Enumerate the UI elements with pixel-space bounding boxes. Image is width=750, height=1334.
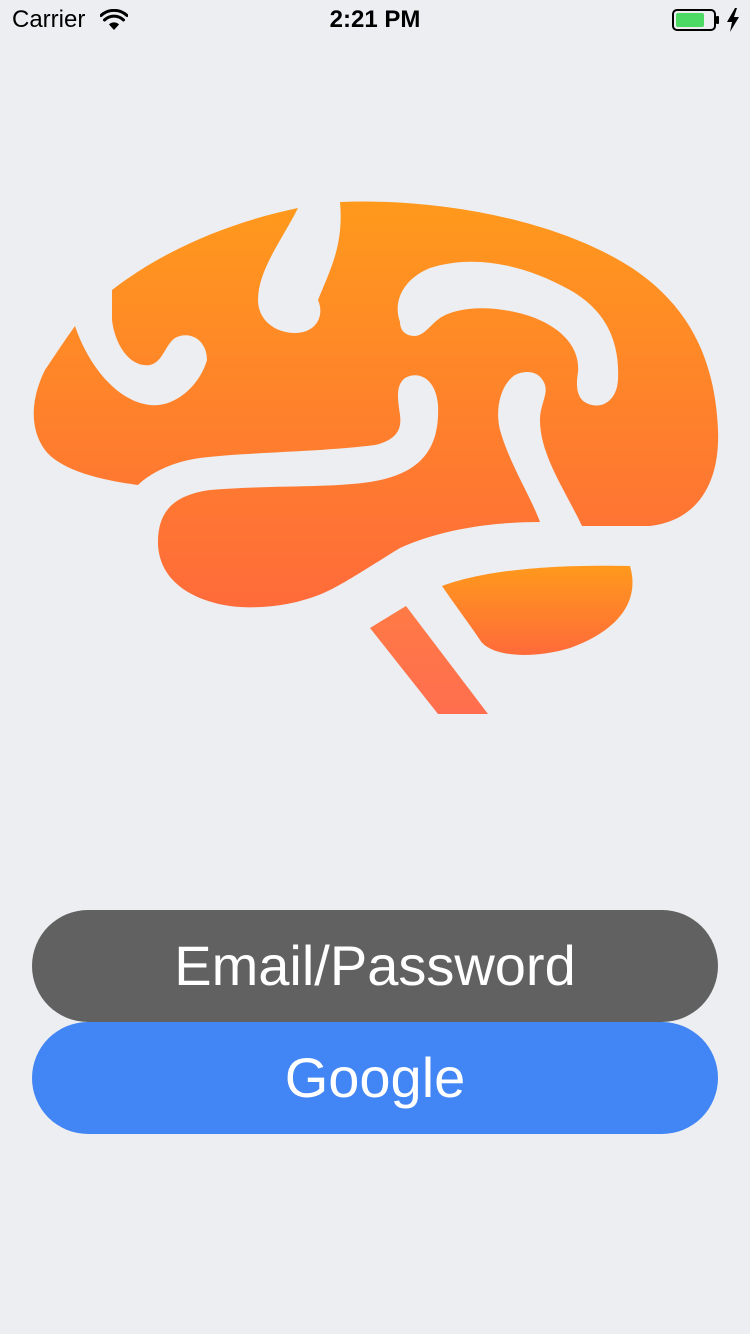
battery-icon	[672, 9, 719, 31]
brain-logo	[33, 201, 719, 714]
clock: 2:21 PM	[329, 6, 421, 33]
charging-bolt-icon	[727, 8, 739, 32]
status-bar: Carrier 2:21 PM	[0, 0, 750, 40]
google-button[interactable]: Google	[32, 1022, 718, 1134]
email-password-button[interactable]: Email/Password	[32, 910, 718, 1022]
